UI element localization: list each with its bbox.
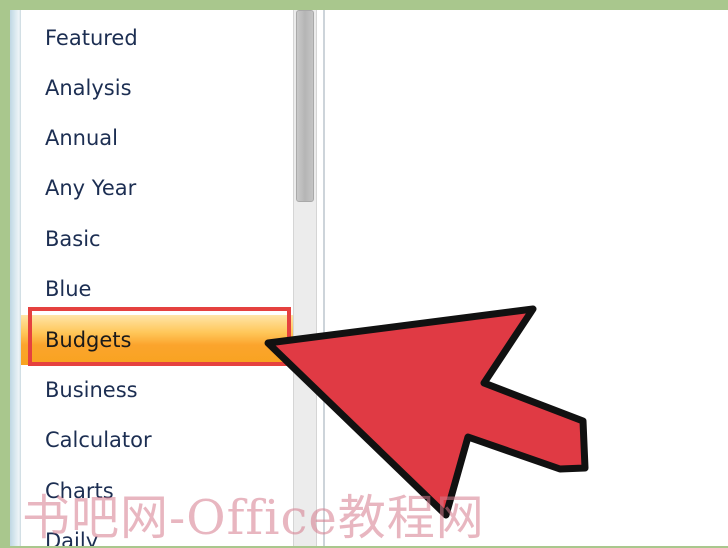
template-browser: Featured Analysis Annual Any Year Basic …	[10, 10, 728, 546]
category-item-annual[interactable]: Annual	[21, 113, 293, 163]
template-preview-pane	[325, 10, 728, 546]
category-item-daily[interactable]: Daily	[21, 516, 293, 546]
category-item-charts[interactable]: Charts	[21, 466, 293, 516]
category-item-calculator[interactable]: Calculator	[21, 415, 293, 465]
window-left-edge	[10, 10, 21, 546]
category-item-budgets[interactable]: Budgets	[21, 315, 293, 365]
category-item-blue[interactable]: Blue	[21, 264, 293, 314]
category-item-basic[interactable]: Basic	[21, 214, 293, 264]
category-item-featured[interactable]: Featured	[21, 13, 293, 63]
category-item-analysis[interactable]: Analysis	[21, 63, 293, 113]
category-item-any-year[interactable]: Any Year	[21, 163, 293, 213]
category-item-business[interactable]: Business	[21, 365, 293, 415]
scrollbar-thumb[interactable]	[296, 10, 314, 202]
category-list: Featured Analysis Annual Any Year Basic …	[21, 10, 293, 546]
category-scrollbar[interactable]	[293, 10, 317, 546]
